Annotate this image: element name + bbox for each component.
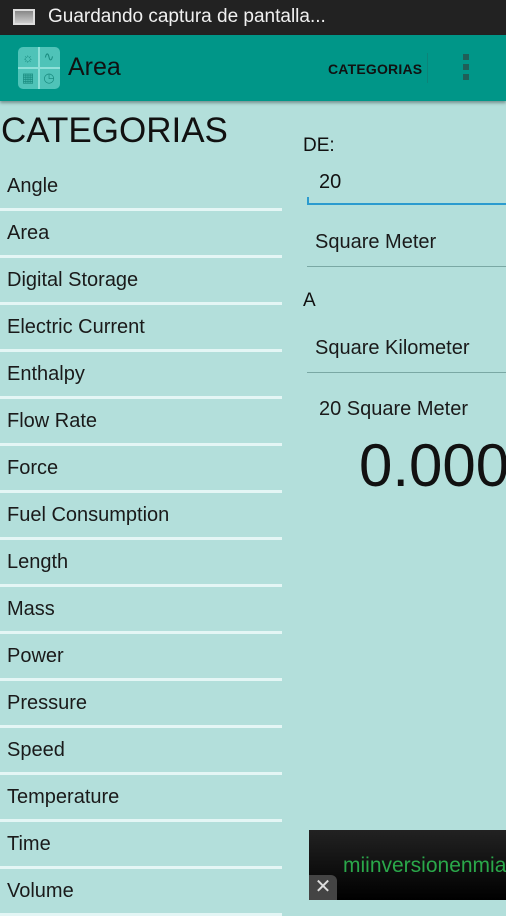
category-item[interactable]: Angle bbox=[0, 164, 282, 211]
from-label: DE: bbox=[303, 135, 335, 156]
source-value-text: 20 Square Meter bbox=[319, 398, 468, 420]
category-item[interactable]: Enthalpy bbox=[0, 352, 282, 399]
category-item[interactable]: Volume bbox=[0, 869, 282, 916]
category-item[interactable]: Fuel Consumption bbox=[0, 493, 282, 540]
to-label: A bbox=[303, 290, 316, 311]
action-divider bbox=[427, 53, 428, 83]
category-item[interactable]: Speed bbox=[0, 728, 282, 775]
value-input[interactable] bbox=[319, 171, 499, 194]
category-item[interactable]: Electric Current bbox=[0, 305, 282, 352]
categories-list: Angle Area Digital Storage Electric Curr… bbox=[0, 164, 282, 916]
status-message: Guardando captura de pantalla... bbox=[48, 6, 326, 27]
category-item[interactable]: Area bbox=[0, 211, 282, 258]
pulse-icon: ∿ bbox=[43, 49, 55, 64]
page-title: Area bbox=[68, 53, 121, 81]
close-icon[interactable]: ✕ bbox=[309, 875, 337, 900]
sun-icon: ☼ bbox=[22, 49, 34, 65]
category-item[interactable]: Length bbox=[0, 540, 282, 587]
clock-icon: ◷ bbox=[43, 70, 55, 85]
result-value: 0.000 bbox=[359, 432, 506, 499]
to-unit-spinner[interactable]: Square Kilometer bbox=[307, 324, 506, 373]
more-vert-icon[interactable] bbox=[461, 54, 471, 84]
value-field[interactable] bbox=[307, 167, 506, 205]
category-item[interactable]: Mass bbox=[0, 587, 282, 634]
to-unit-label: Square Kilometer bbox=[315, 337, 470, 359]
status-bar: Guardando captura de pantalla... bbox=[0, 0, 506, 35]
from-unit-spinner[interactable]: Square Meter bbox=[307, 218, 506, 267]
category-item[interactable]: Power bbox=[0, 634, 282, 681]
from-unit-label: Square Meter bbox=[315, 231, 437, 253]
category-item[interactable]: Force bbox=[0, 446, 282, 493]
action-bar: ☼ ∿ ▦ ◷ Area CATEGORIAS bbox=[0, 35, 506, 101]
category-item[interactable]: Flow Rate bbox=[0, 399, 282, 446]
categorias-button[interactable]: CATEGORIAS bbox=[328, 61, 422, 77]
category-item[interactable]: Time bbox=[0, 822, 282, 869]
category-item[interactable]: Temperature bbox=[0, 775, 282, 822]
category-item[interactable]: Digital Storage bbox=[0, 258, 282, 305]
categories-title: CATEGORIAS bbox=[1, 111, 228, 150]
screenshot-icon bbox=[13, 9, 35, 25]
app-icon[interactable]: ☼ ∿ ▦ ◷ bbox=[18, 47, 60, 89]
ad-text: miinversionenmia bbox=[343, 854, 506, 877]
ad-banner[interactable]: miinversionenmia bbox=[309, 830, 506, 900]
calculator-icon: ▦ bbox=[21, 70, 35, 85]
category-item[interactable]: Pressure bbox=[0, 681, 282, 728]
